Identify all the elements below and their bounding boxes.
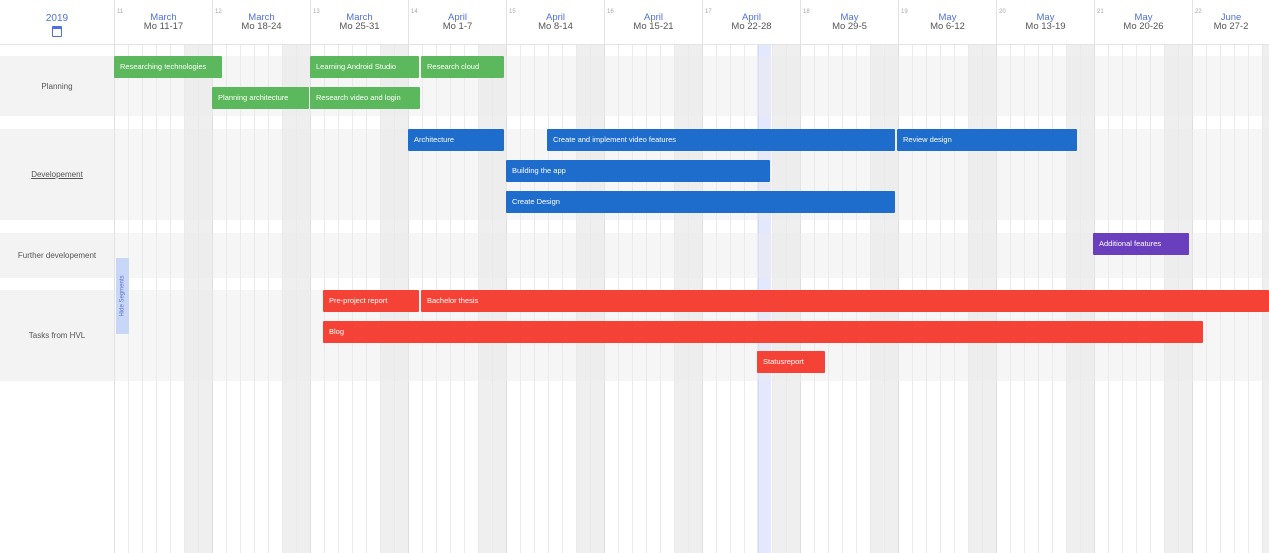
task-bar[interactable]: Building the app — [506, 160, 770, 182]
week-header: 18 May Mo 29-5 — [800, 0, 898, 44]
week-range: Mo 25-31 — [339, 21, 380, 32]
week-range: Mo 1-7 — [442, 21, 473, 32]
week-range: Mo 15-21 — [633, 21, 674, 32]
week-range: Mo 18-24 — [241, 21, 282, 32]
year-cell[interactable]: 2019 — [0, 0, 115, 44]
week-range: Mo 6-12 — [930, 21, 965, 32]
task-bar[interactable]: Additional features — [1093, 233, 1189, 255]
task-bar[interactable]: Blog — [323, 321, 1203, 343]
week-header: 22 June Mo 27-2 — [1192, 0, 1269, 44]
gantt-chart: Planning Developement Further developeme… — [0, 0, 1269, 553]
week-header: 20 May Mo 13-19 — [996, 0, 1094, 44]
task-bar[interactable]: Create Design — [506, 191, 895, 213]
lane-label-development[interactable]: Developement — [0, 129, 115, 220]
week-range: Mo 13-19 — [1025, 21, 1066, 32]
lane-label-tasks-hvl: Tasks from HVL — [0, 290, 115, 381]
task-bar[interactable]: Learning Android Studio — [310, 56, 419, 78]
week-range: Mo 29-5 — [832, 21, 867, 32]
week-header: 11 March Mo 11-17 — [114, 0, 212, 44]
week-range: Mo 11-17 — [143, 21, 184, 32]
week-header: 17 April Mo 22-28 — [702, 0, 800, 44]
week-range: Mo 27-2 — [1213, 21, 1249, 32]
week-range: Mo 22-28 — [731, 21, 772, 32]
week-header: 12 March Mo 18-24 — [212, 0, 310, 44]
week-range: Mo 8-14 — [538, 21, 573, 32]
task-bar[interactable]: Researching technologies — [114, 56, 222, 78]
task-bar[interactable]: Review design — [897, 129, 1077, 151]
year-label: 2019 — [45, 13, 69, 24]
calendar-icon[interactable] — [52, 26, 62, 37]
task-bar[interactable]: Create and implement video features — [547, 129, 895, 151]
lane-label-planning: Planning — [0, 56, 115, 116]
week-header: 13 March Mo 25-31 — [310, 0, 408, 44]
task-bar[interactable]: Planning architecture — [212, 87, 309, 109]
task-bar[interactable]: Bachelor thesis — [421, 290, 1269, 312]
week-range: Mo 20-26 — [1123, 21, 1164, 32]
lane-further-development — [0, 233, 1269, 278]
timeline-header: 2019 11 March Mo 11-17 12 March Mo 18-24… — [0, 0, 1269, 45]
week-header: 19 May Mo 6-12 — [898, 0, 996, 44]
week-header: 14 April Mo 1-7 — [408, 0, 506, 44]
task-bar[interactable]: Research video and login — [310, 87, 420, 109]
hide-segments-button[interactable]: Hide Segments — [116, 258, 129, 334]
task-bar[interactable]: Architecture — [408, 129, 504, 151]
week-header: 16 April Mo 15-21 — [604, 0, 702, 44]
task-bar[interactable]: Research cloud — [421, 56, 504, 78]
task-bar[interactable]: Pre-project report — [323, 290, 419, 312]
lane-label-further-development: Further developement — [0, 233, 115, 278]
week-header: 15 April Mo 8-14 — [506, 0, 604, 44]
hide-segments-label-wrap: Hide Segments — [116, 258, 129, 334]
week-header: 21 May Mo 20-26 — [1094, 0, 1192, 44]
task-bar[interactable]: Statusreport — [757, 351, 825, 373]
hide-segments-label: Hide Segments — [119, 275, 126, 317]
